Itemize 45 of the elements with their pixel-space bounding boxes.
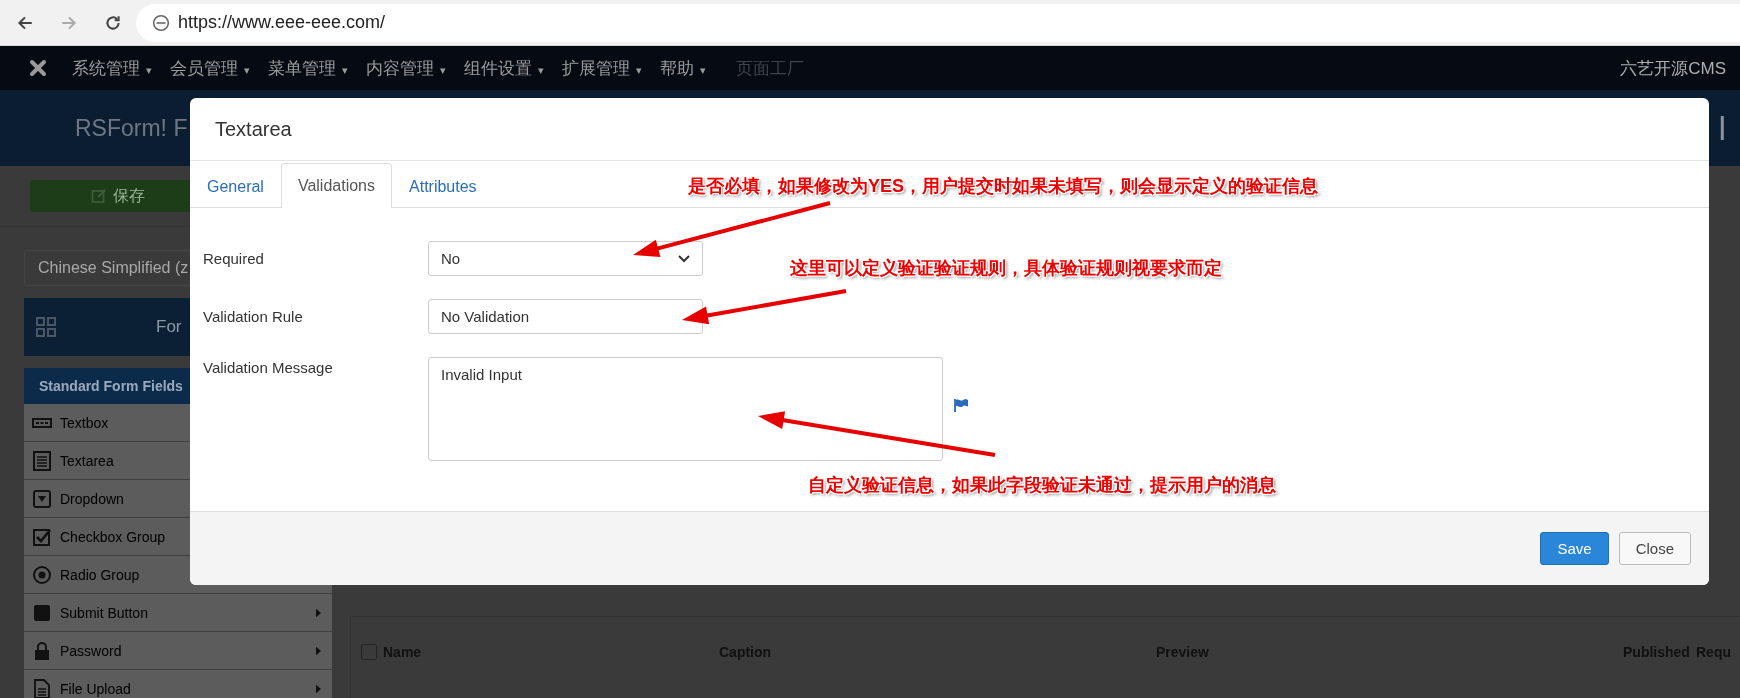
nav-menu-item[interactable]: 扩展管理 ▾: [562, 56, 642, 80]
tab[interactable]: Attributes: [392, 165, 494, 208]
textarea-icon: [32, 450, 52, 471]
dropdown-icon: [32, 488, 52, 509]
submit-icon: [32, 602, 52, 623]
flag-icon[interactable]: [954, 399, 969, 412]
radio-icon: [32, 564, 52, 585]
submenu-arrow-icon: [315, 607, 322, 618]
file-icon: [32, 678, 52, 698]
annotation-text: 这里可以定义验证验证规则，具体验证规则视要求而定: [790, 257, 1222, 280]
nav-menu-item[interactable]: 帮助 ▾: [660, 56, 706, 80]
tab[interactable]: Validations: [280, 163, 392, 208]
chevron-down-icon: [678, 254, 690, 263]
close-button[interactable]: Close: [1618, 532, 1691, 565]
field-type-item[interactable]: File Upload: [24, 670, 332, 698]
edit-icon: [90, 188, 107, 204]
annotation-text: 是否必填，如果修改为YES，用户提交时如果未填写，则会显示定义的验证信息: [688, 175, 1319, 198]
logo-text: l: [1718, 108, 1726, 148]
submenu-arrow-icon: [315, 683, 322, 694]
nav-menu-item[interactable]: 会员管理 ▾: [170, 56, 250, 80]
select-all-checkbox[interactable]: [361, 644, 377, 660]
checkbox-icon: [32, 526, 52, 547]
reload-icon[interactable]: [104, 13, 122, 32]
input-field[interactable]: No Validation: [428, 299, 703, 334]
password-icon: [32, 640, 52, 661]
page-icon: [152, 13, 170, 32]
dialog-title: Textarea: [215, 117, 292, 141]
field-label: Validation Rule: [203, 308, 304, 325]
field-label: Required: [203, 250, 265, 267]
nav-menu-item[interactable]: 组件设置 ▾: [464, 56, 544, 80]
message-textarea[interactable]: Invalid Input: [428, 357, 943, 461]
nav-menu-item[interactable]: 菜单管理 ▾: [268, 56, 348, 80]
save-button[interactable]: Save: [1540, 532, 1609, 565]
forms-label: For: [156, 317, 182, 337]
page-title: RSForm! F: [75, 114, 188, 142]
field-type-item[interactable]: Password: [24, 632, 332, 670]
required-select[interactable]: No: [428, 241, 703, 276]
address-bar[interactable]: https://www.eee-eee.com/: [136, 3, 1740, 42]
submenu-arrow-icon: [315, 645, 322, 656]
nav-menu-item[interactable]: 系统管理 ▾: [72, 56, 152, 80]
nav-menu-item[interactable]: 内容管理 ▾: [366, 56, 446, 80]
field-type-item[interactable]: Submit Button: [24, 594, 332, 632]
site-name: 六艺开源CMS: [1620, 57, 1726, 80]
annotation-text: 自定义验证信息，如果此字段验证未通过，提示用户的消息: [808, 474, 1276, 497]
grid-icon: [36, 317, 56, 337]
